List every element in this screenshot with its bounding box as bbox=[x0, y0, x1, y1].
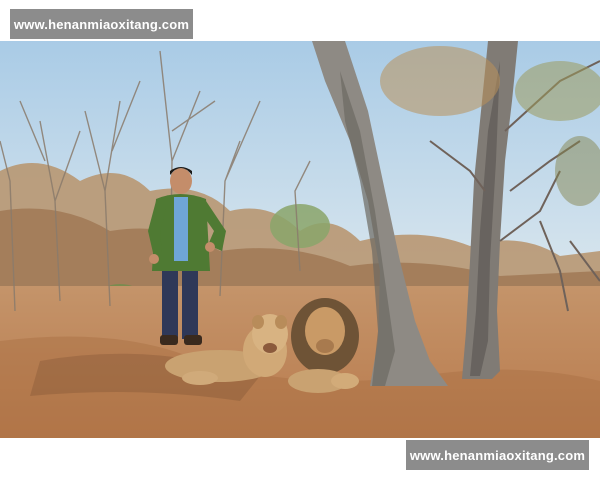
watermark-top: www.henanmiaoxitang.com bbox=[10, 9, 193, 39]
photo bbox=[0, 41, 600, 438]
lion bbox=[288, 298, 359, 393]
shrub bbox=[270, 204, 330, 248]
photo-scene bbox=[0, 41, 600, 438]
watermark-bottom: www.henanmiaoxitang.com bbox=[406, 440, 589, 470]
foliage bbox=[380, 46, 500, 116]
